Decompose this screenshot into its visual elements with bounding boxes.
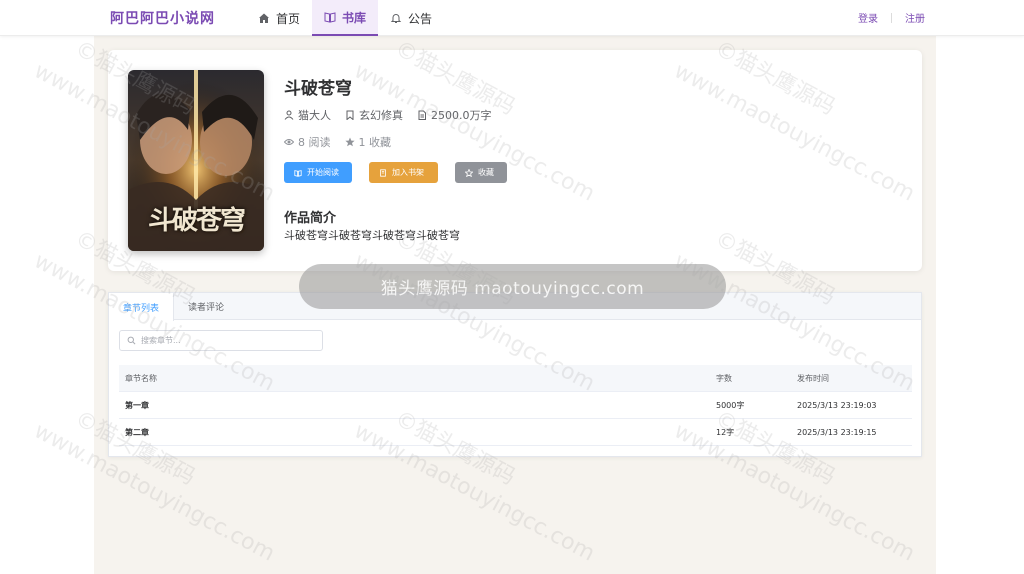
chapter-table: 章节名称 字数 发布时间 第一章 5000字 2025/3/13 23:19:0… (119, 365, 912, 446)
action-buttons: 开始阅读 加入书架 收藏 (284, 162, 507, 183)
intro-text: 斗破苍穹斗破苍穹斗破苍穹斗破苍穹 (284, 229, 460, 242)
favorite-label: 收藏 (478, 168, 494, 177)
chapter-name[interactable]: 第一章 (119, 400, 709, 411)
chapter-search-input[interactable] (141, 336, 311, 345)
book-author: 猫大人 (298, 109, 331, 122)
table-row[interactable]: 第一章 5000字 2025/3/13 23:19:03 (119, 392, 912, 419)
table-row[interactable]: 第二章 12字 2025/3/13 23:19:15 (119, 419, 912, 446)
book-add-icon (380, 168, 386, 177)
add-to-shelf-label: 加入书架 (392, 168, 424, 177)
bookmark-icon (346, 110, 354, 120)
nav-home[interactable]: 首页 (246, 0, 312, 36)
start-reading-button[interactable]: 开始阅读 (284, 162, 352, 183)
open-book-icon (294, 169, 302, 177)
tab-chapter-list[interactable]: 章节列表 (109, 293, 175, 321)
chapter-words: 12字 (716, 427, 735, 437)
chapter-search (119, 330, 323, 351)
chapter-name[interactable]: 第二章 (119, 427, 709, 438)
chapter-words: 5000字 (716, 400, 745, 410)
book-cover: 斗破苍穹 (128, 70, 264, 251)
start-reading-label: 开始阅读 (307, 168, 339, 177)
col-publish-time: 发布时间 (797, 373, 829, 383)
search-icon (127, 336, 136, 345)
login-link[interactable]: 登录 (858, 10, 878, 25)
chapter-panel: 章节列表 读者评论 章节名称 字数 发布时间 第一章 5000字 2025/3/… (108, 292, 922, 457)
nav-home-label: 首页 (276, 11, 301, 26)
star-icon (344, 137, 355, 147)
cover-title-art: 斗破苍穹 (147, 206, 246, 236)
table-header: 章节名称 字数 发布时间 (119, 365, 912, 392)
auth-links: 登录 注册 (858, 10, 925, 25)
category-meta: 玄幻修真 (345, 107, 403, 123)
nav-library-label: 书库 (342, 10, 367, 25)
words-meta: 2500.0万字 (417, 107, 492, 123)
book-detail-card: 斗破苍穹 斗破苍穹 猫大人 玄幻修真 2500.0万字 8 阅读 1 收藏 开始… (108, 50, 922, 271)
author-meta: 猫大人 (284, 107, 331, 123)
read-count: 8 阅读 (298, 136, 331, 149)
eye-icon (284, 139, 294, 145)
add-to-shelf-button[interactable]: 加入书架 (369, 162, 438, 183)
register-link[interactable]: 注册 (905, 10, 925, 25)
col-word-count: 字数 (716, 373, 732, 383)
favorite-button[interactable]: 收藏 (455, 162, 507, 183)
nav-library[interactable]: 书库 (312, 0, 379, 36)
tab-reader-comments[interactable]: 读者评论 (174, 293, 238, 320)
book-title: 斗破苍穹 (284, 79, 352, 99)
chapter-time: 2025/3/13 23:19:15 (797, 427, 877, 437)
auth-divider (891, 12, 892, 23)
site-logo[interactable]: 阿巴阿巴小说网 (110, 8, 215, 28)
user-icon (284, 110, 294, 120)
star-outline-icon (465, 168, 473, 177)
document-icon (418, 110, 426, 120)
favorite-count: 1 收藏 (358, 136, 392, 149)
book-icon (324, 12, 336, 23)
watermark-banner: 猫头鹰源码 maotouyingcc.com (299, 264, 726, 309)
top-navbar: 阿巴阿巴小说网 首页 书库 公告 登录 注册 (0, 0, 1024, 36)
nav-announcement-label: 公告 (408, 11, 433, 26)
book-meta: 猫大人 玄幻修真 2500.0万字 (284, 107, 506, 123)
favorites-stat: 1 收藏 (344, 134, 392, 150)
bell-icon (390, 14, 402, 23)
chapter-time: 2025/3/13 23:19:03 (797, 400, 877, 410)
reads-stat: 8 阅读 (284, 134, 331, 150)
book-stats: 8 阅读 1 收藏 (284, 134, 405, 150)
nav-announcement[interactable]: 公告 (378, 0, 444, 36)
book-words: 2500.0万字 (431, 109, 492, 122)
col-chapter-name: 章节名称 (125, 373, 157, 383)
main-nav: 首页 书库 公告 (246, 0, 444, 36)
intro-heading: 作品简介 (284, 211, 337, 226)
home-icon (259, 13, 269, 23)
book-category: 玄幻修真 (359, 109, 403, 122)
